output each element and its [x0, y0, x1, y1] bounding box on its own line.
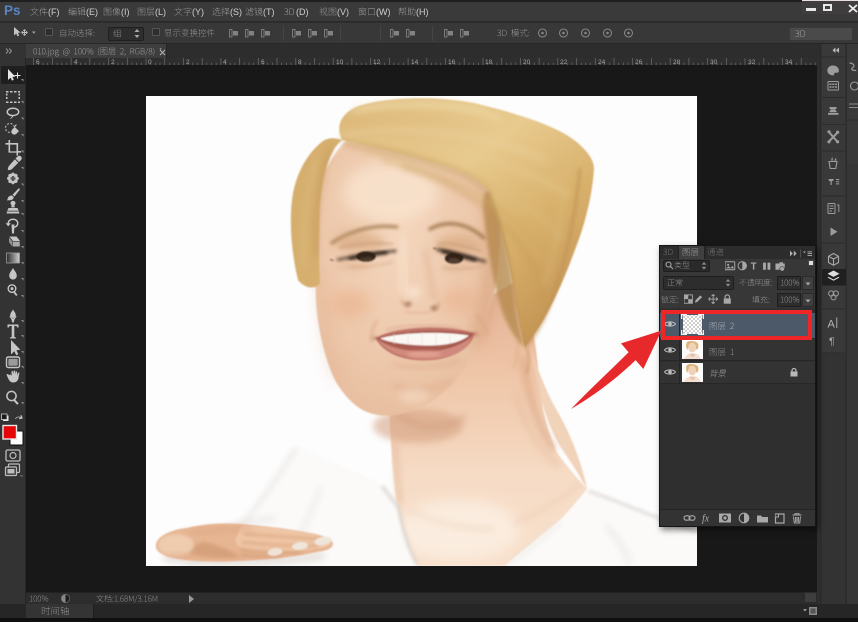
- svg-text:¶: ¶: [829, 336, 835, 348]
- svg-text:fx: fx: [702, 514, 710, 525]
- svg-text:A: A: [828, 319, 836, 331]
- svg-text:T: T: [751, 261, 757, 271]
